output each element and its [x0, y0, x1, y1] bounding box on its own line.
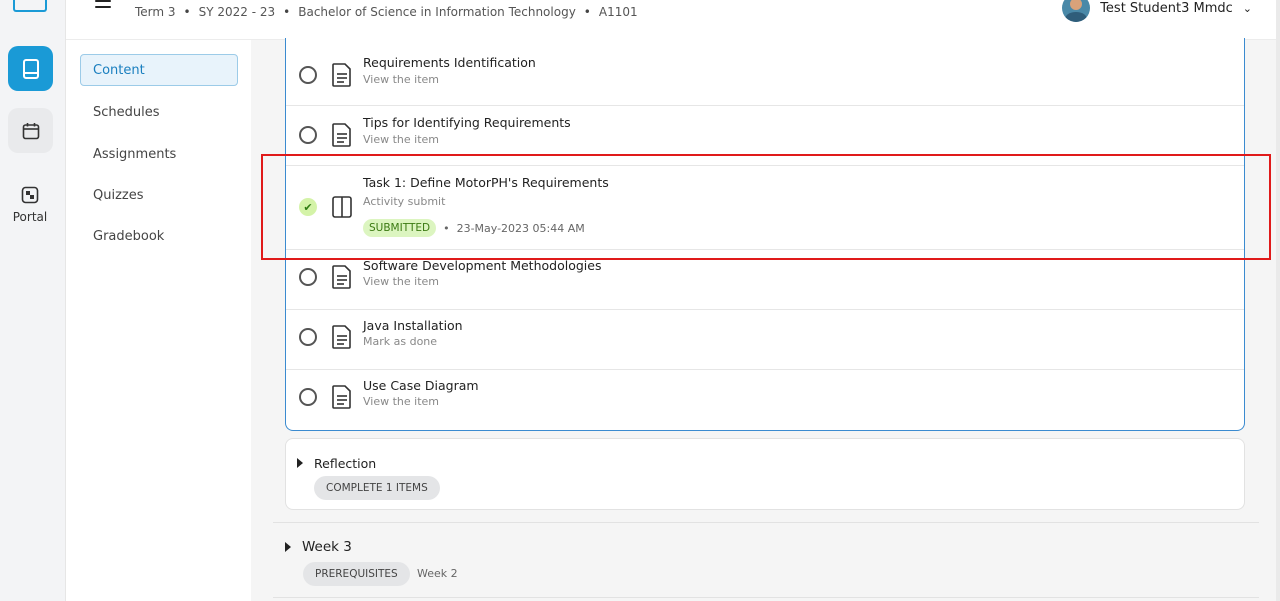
divider — [273, 597, 1259, 598]
subnav-item-assignments[interactable]: Assignments — [80, 138, 238, 170]
document-icon — [332, 325, 351, 349]
list-item[interactable]: Tips for Identifying Requirements View t… — [286, 106, 1244, 166]
avatar — [1062, 0, 1091, 22]
breadcrumb-separator: • — [283, 5, 291, 19]
item-subtitle: Activity submit — [363, 195, 446, 208]
item-title[interactable]: Software Development Methodologies — [363, 258, 601, 273]
incomplete-radio[interactable] — [299, 388, 317, 406]
rail-calendar-button[interactable] — [8, 108, 53, 153]
list-item[interactable]: Use Case Diagram View the item — [286, 370, 1244, 430]
item-title[interactable]: Java Installation — [363, 318, 463, 333]
document-icon — [332, 385, 351, 409]
document-icon — [332, 123, 351, 147]
item-title[interactable]: Use Case Diagram — [363, 378, 479, 393]
user-name: Test Student3 Mmdc — [1100, 0, 1233, 16]
prerequisites-pill: PREREQUISITES — [303, 562, 410, 586]
subnav-item-schedules[interactable]: Schedules — [80, 96, 238, 128]
portal-icon — [21, 186, 39, 204]
item-subtitle: View the item — [363, 275, 440, 288]
scrollbar[interactable] — [1276, 0, 1280, 601]
menu-icon[interactable] — [95, 0, 111, 10]
book-icon — [22, 58, 39, 79]
submission-timestamp: 23-May-2023 05:44 AM — [456, 221, 585, 235]
week-items-panel: Requirements Identification View the ite… — [285, 38, 1245, 431]
top-header: Term 3 • SY 2022 - 23 • Bachelor of Scie… — [66, 0, 1280, 40]
completed-check-icon: ✔ — [299, 198, 317, 216]
breadcrumb-school-year: SY 2022 - 23 — [198, 5, 276, 19]
item-subtitle: Mark as done — [363, 335, 438, 348]
list-item[interactable]: Software Development Methodologies View … — [286, 250, 1244, 310]
split-panel-icon — [332, 196, 352, 218]
meta-separator: • — [443, 221, 450, 235]
submission-meta: SUBMITTED • 23-May-2023 05:44 AM — [363, 219, 585, 237]
status-badge: SUBMITTED — [363, 219, 437, 237]
prerequisite-week: Week 2 — [417, 567, 458, 580]
week-title[interactable]: Week 3 — [302, 539, 352, 555]
calendar-icon — [22, 122, 39, 139]
reflection-title[interactable]: Reflection — [314, 456, 376, 471]
item-subtitle: View the item — [363, 133, 440, 146]
subnav-item-gradebook[interactable]: Gradebook — [80, 220, 238, 252]
divider — [273, 522, 1259, 523]
breadcrumb-term: Term 3 — [135, 5, 176, 19]
item-title[interactable]: Tips for Identifying Requirements — [363, 115, 571, 130]
item-subtitle: View the item — [363, 73, 440, 86]
completion-pill: COMPLETE 1 ITEMS — [314, 476, 440, 500]
caret-right-icon[interactable] — [297, 458, 303, 468]
item-title[interactable]: Requirements Identification — [363, 55, 536, 70]
portal-label: Portal — [12, 210, 48, 224]
rail-content-button[interactable] — [8, 46, 53, 91]
list-item[interactable]: Java Installation Mark as done — [286, 310, 1244, 370]
document-icon — [332, 265, 351, 289]
main-content: Requirements Identification View the ite… — [251, 38, 1280, 601]
breadcrumb-separator: • — [583, 5, 591, 19]
caret-right-icon[interactable] — [285, 542, 291, 552]
incomplete-radio[interactable] — [299, 66, 317, 84]
subnav-item-content[interactable]: Content — [80, 54, 238, 86]
portal-button[interactable]: Portal — [0, 186, 60, 224]
subnav-item-quizzes[interactable]: Quizzes — [80, 179, 238, 211]
incomplete-radio[interactable] — [299, 328, 317, 346]
incomplete-radio[interactable] — [299, 126, 317, 144]
breadcrumb-separator: • — [183, 5, 191, 19]
incomplete-radio[interactable] — [299, 268, 317, 286]
icon-rail: Portal — [0, 0, 66, 601]
list-item[interactable]: ✔ Task 1: Define MotorPH's Requirements … — [286, 166, 1244, 250]
document-icon — [332, 63, 351, 87]
reflection-card[interactable]: Reflection COMPLETE 1 ITEMS — [285, 438, 1245, 510]
breadcrumb-program: Bachelor of Science in Information Techn… — [298, 5, 576, 19]
item-subtitle: View the item — [363, 395, 440, 408]
user-menu[interactable]: Test Student3 Mmdc ⌄ — [1062, 0, 1252, 22]
chevron-down-icon: ⌄ — [1242, 1, 1252, 15]
list-item[interactable]: Requirements Identification View the ite… — [286, 38, 1244, 106]
logo-icon[interactable] — [13, 0, 47, 12]
breadcrumb: Term 3 • SY 2022 - 23 • Bachelor of Scie… — [135, 5, 638, 19]
breadcrumb-section: A1101 — [598, 5, 638, 19]
item-title[interactable]: Task 1: Define MotorPH's Requirements — [363, 175, 609, 190]
course-subnav: Content Schedules Assignments Quizzes Gr… — [66, 40, 251, 601]
